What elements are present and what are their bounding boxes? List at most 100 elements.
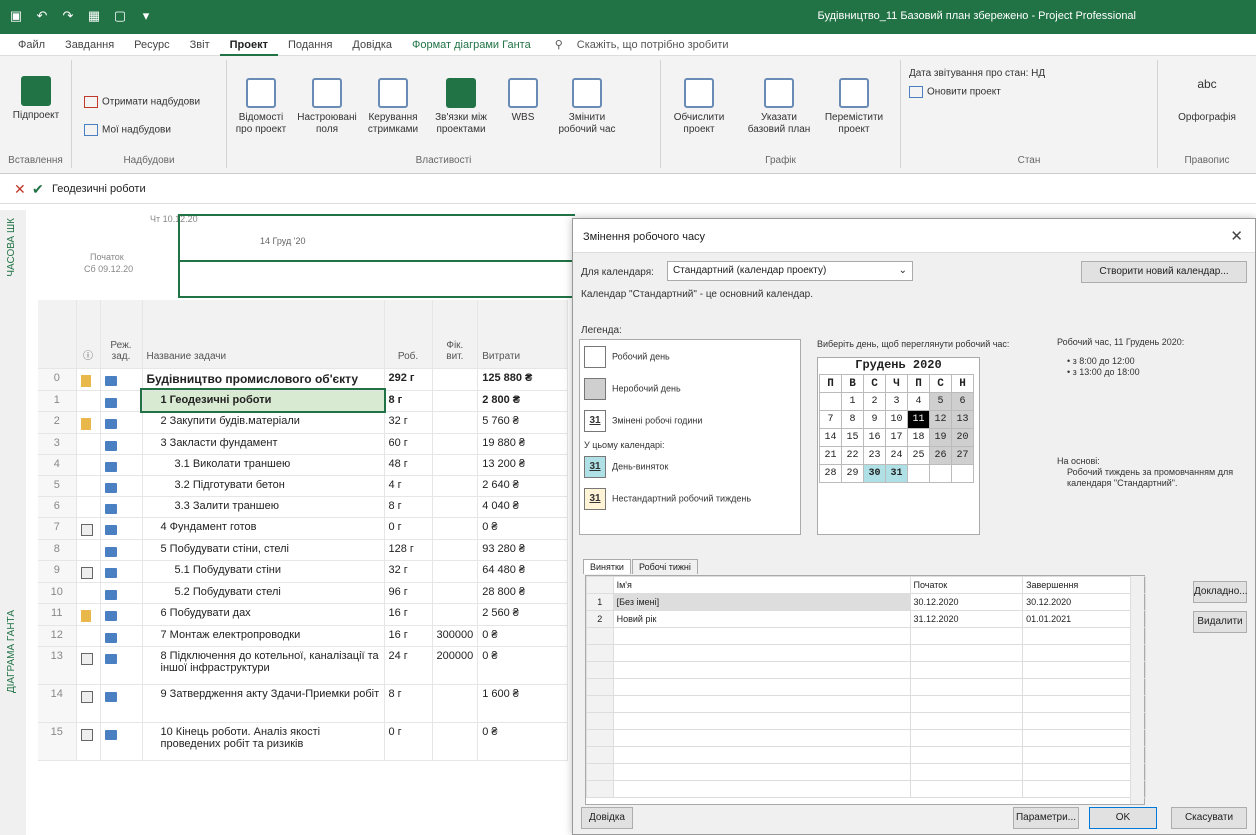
task-name[interactable]: 3.1 Виколати траншею bbox=[142, 454, 385, 476]
tab-report[interactable]: Звіт bbox=[180, 34, 220, 56]
task-fixed-cost[interactable] bbox=[432, 603, 479, 626]
exception-end[interactable] bbox=[1022, 627, 1146, 645]
calendar-day[interactable]: 19 bbox=[929, 428, 952, 447]
task-fixed-cost[interactable] bbox=[432, 539, 479, 561]
tell-me-input[interactable]: Скажіть, що потрібно зробити bbox=[577, 39, 729, 51]
exception-end[interactable] bbox=[1022, 712, 1146, 730]
exception-name[interactable] bbox=[612, 712, 911, 730]
task-fixed-cost[interactable] bbox=[432, 368, 479, 391]
task-cost[interactable]: 125 880 ₴ bbox=[477, 368, 569, 391]
exception-end[interactable]: 30.12.2020 bbox=[1022, 593, 1146, 611]
calendar-day[interactable]: 30 bbox=[863, 464, 886, 483]
calendar-day[interactable]: 26 bbox=[929, 446, 952, 465]
task-name[interactable]: 5.1 Побудувати стіни bbox=[142, 560, 385, 583]
calendar-day[interactable] bbox=[819, 392, 842, 411]
calendar-day[interactable]: 23 bbox=[863, 446, 886, 465]
task-row[interactable]: 13 8 Підключення до котельної, каналізаці… bbox=[38, 646, 569, 685]
tab-project[interactable]: Проект bbox=[219, 34, 278, 56]
task-fixed-cost[interactable] bbox=[432, 475, 479, 497]
task-cost[interactable]: 4 040 ₴ bbox=[477, 496, 569, 518]
exception-end[interactable] bbox=[1022, 661, 1146, 679]
task-name[interactable]: 3 Закласти фундамент bbox=[142, 433, 385, 455]
task-row[interactable]: 2 2 Закупити будів.матеріали 32 г 5 760 ₴ bbox=[38, 411, 569, 434]
header-mode[interactable]: Реж. зад. bbox=[100, 300, 143, 369]
exception-row[interactable] bbox=[586, 780, 1146, 798]
exception-row[interactable] bbox=[586, 627, 1146, 645]
create-calendar-button[interactable]: Створити новий календар... bbox=[1081, 261, 1247, 283]
search-icon[interactable]: ⚲ bbox=[555, 38, 563, 51]
tab-exceptions[interactable]: Винятки bbox=[583, 559, 631, 574]
calendar-day[interactable]: 8 bbox=[841, 410, 864, 429]
calendar-day[interactable]: 15 bbox=[841, 428, 864, 447]
exception-name[interactable] bbox=[612, 763, 911, 781]
exception-row[interactable] bbox=[586, 746, 1146, 764]
cancel-button[interactable]: Скасувати bbox=[1171, 807, 1247, 829]
exception-start[interactable] bbox=[909, 627, 1024, 645]
task-cost[interactable]: 0 ₴ bbox=[477, 517, 569, 540]
task-row[interactable]: 8 5 Побудувати стіни, стелі 128 г 93 280 ₴ bbox=[38, 539, 569, 561]
exception-start[interactable] bbox=[909, 678, 1024, 696]
task-duration[interactable]: 128 г bbox=[384, 539, 433, 561]
exception-end[interactable] bbox=[1022, 746, 1146, 764]
undo-icon[interactable]: ↶ bbox=[34, 8, 50, 24]
task-row[interactable]: 12 7 Монтаж електропроводки 16 г 300000 0 ₴ bbox=[38, 625, 569, 647]
task-name[interactable]: 5.2 Побудувати стелі bbox=[142, 582, 385, 604]
links-button[interactable]: Зв'язки між проектами bbox=[429, 78, 493, 136]
redo-icon[interactable]: ↷ bbox=[60, 8, 76, 24]
exception-name[interactable] bbox=[612, 746, 911, 764]
calendar-day[interactable]: 21 bbox=[819, 446, 842, 465]
help-button[interactable]: Довідка bbox=[581, 807, 633, 829]
update-project-button[interactable]: Оновити проект bbox=[909, 86, 1001, 98]
calendar-day[interactable]: 4 bbox=[907, 392, 930, 411]
calendar-day[interactable]: 22 bbox=[841, 446, 864, 465]
exception-start[interactable] bbox=[909, 729, 1024, 747]
exception-end[interactable] bbox=[1022, 729, 1146, 747]
calendar-day[interactable]: 11 bbox=[907, 410, 930, 429]
header-duration[interactable]: Роб. bbox=[384, 300, 433, 369]
spelling-button[interactable]: abc Орфографія bbox=[1172, 78, 1242, 124]
calendar-day[interactable]: 1 bbox=[841, 392, 864, 411]
task-cost[interactable]: 0 ₴ bbox=[477, 722, 569, 761]
save-icon[interactable]: ▣ bbox=[8, 8, 24, 24]
tab-work-weeks[interactable]: Робочі тижні bbox=[631, 559, 698, 574]
task-row[interactable]: 9 5.1 Побудувати стіни 32 г 64 480 ₴ bbox=[38, 560, 569, 583]
ok-button[interactable]: OK bbox=[1089, 807, 1157, 829]
task-duration[interactable]: 24 г bbox=[384, 646, 433, 685]
exception-name[interactable] bbox=[612, 780, 911, 798]
task-row[interactable]: 0 Будівництво промислового об'єкту 292 г 12… bbox=[38, 368, 569, 391]
delete-button[interactable]: Видалити bbox=[1193, 611, 1247, 633]
custom-fields-button[interactable]: Настроювані поля bbox=[297, 78, 357, 136]
task-cost[interactable]: 2 800 ₴ bbox=[477, 390, 569, 412]
task-name[interactable]: 4 Фундамент готов bbox=[142, 517, 385, 540]
task-fixed-cost[interactable] bbox=[432, 390, 479, 412]
task-row[interactable]: 10 5.2 Побудувати стелі 96 г 28 800 ₴ bbox=[38, 582, 569, 604]
move-project-button[interactable]: Перемістити проект bbox=[821, 78, 887, 136]
task-fixed-cost[interactable] bbox=[432, 517, 479, 540]
task-duration[interactable]: 292 г bbox=[384, 368, 433, 391]
calendar-day[interactable]: 12 bbox=[929, 410, 952, 429]
task-duration[interactable]: 32 г bbox=[384, 560, 433, 583]
task-cost[interactable]: 5 760 ₴ bbox=[477, 411, 569, 434]
task-name[interactable]: Будівництво промислового об'єкту bbox=[142, 368, 385, 391]
calendar-day[interactable]: 13 bbox=[951, 410, 974, 429]
task-duration[interactable]: 16 г bbox=[384, 625, 433, 647]
task-name[interactable]: 8 Підключення до котельної, каналізації … bbox=[142, 646, 385, 685]
my-addins-button[interactable]: Мої надбудови bbox=[84, 124, 171, 136]
calendar-day[interactable]: 14 bbox=[819, 428, 842, 447]
task-duration[interactable]: 60 г bbox=[384, 433, 433, 455]
task-row[interactable]: 5 3.2 Підготувати бетон 4 г 2 640 ₴ bbox=[38, 475, 569, 497]
task-name[interactable]: 5 Побудувати стіни, стелі bbox=[142, 539, 385, 561]
calendar-day[interactable]: 3 bbox=[885, 392, 908, 411]
exception-start[interactable] bbox=[909, 644, 1024, 662]
task-cost[interactable]: 0 ₴ bbox=[477, 625, 569, 647]
new-icon[interactable]: ▢ bbox=[112, 8, 128, 24]
task-cost[interactable]: 2 640 ₴ bbox=[477, 475, 569, 497]
task-name[interactable]: 10 Кінець роботи. Аналіз якості проведен… bbox=[142, 722, 385, 761]
confirm-entry-icon[interactable]: ✔ bbox=[32, 181, 44, 198]
exception-end[interactable] bbox=[1022, 678, 1146, 696]
details-button[interactable]: Докладно... bbox=[1193, 581, 1248, 603]
project-info-button[interactable]: Відомості про проект bbox=[231, 78, 291, 136]
calendar-icon[interactable]: ▦ bbox=[86, 8, 102, 24]
task-fixed-cost[interactable]: 200000 bbox=[432, 646, 479, 685]
cancel-entry-icon[interactable]: ✕ bbox=[14, 181, 26, 198]
